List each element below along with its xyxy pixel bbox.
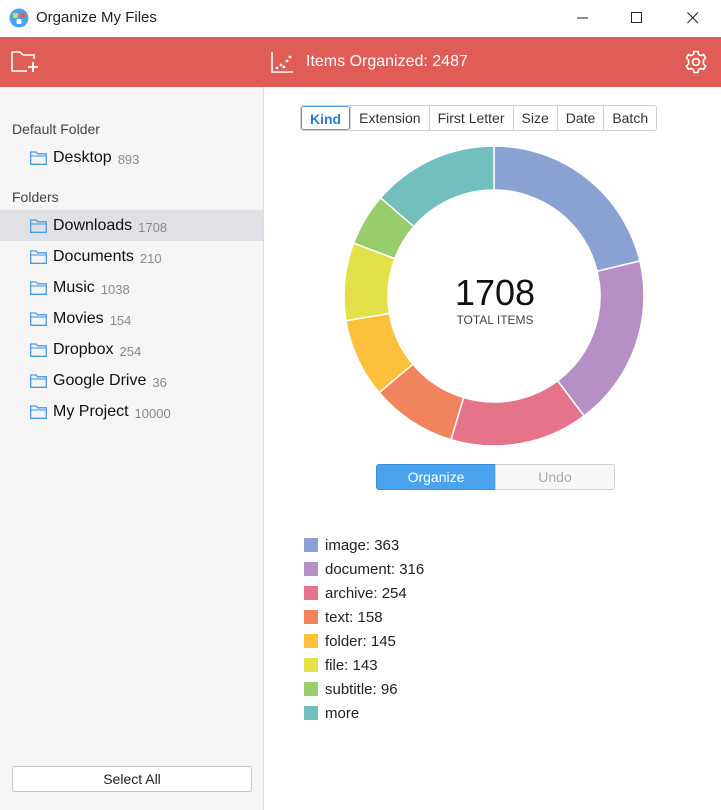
legend-item: document: 316: [304, 557, 424, 581]
folder-name: Documents: [53, 247, 134, 265]
folder-count: 36: [152, 374, 167, 390]
folder-count: 893: [117, 151, 140, 167]
folder-icon: [30, 404, 47, 419]
folder-icon: [30, 249, 47, 264]
items-organized-display: Items Organized: 2487: [270, 49, 468, 75]
tab-first-letter[interactable]: First Letter: [428, 106, 513, 130]
sidebar-item-movies[interactable]: Movies 154: [0, 303, 263, 334]
folder-icon: [30, 150, 47, 165]
undo-button[interactable]: Undo: [495, 464, 615, 490]
legend-item: folder: 145: [304, 629, 424, 653]
select-all-button[interactable]: Select All: [12, 766, 252, 792]
donut-slice-image[interactable]: [493, 145, 641, 273]
close-button[interactable]: [670, 0, 716, 36]
folder-count: 254: [119, 343, 142, 359]
sidebar-item-music[interactable]: Music 1038: [0, 272, 263, 303]
legend-swatch: [304, 538, 318, 552]
folder-icon: [30, 373, 47, 388]
folder-name: Movies: [53, 309, 104, 327]
folder-count: 1038: [100, 281, 130, 297]
legend-label: more: [325, 704, 360, 722]
tab-batch[interactable]: Batch: [603, 106, 657, 130]
legend-swatch: [304, 586, 318, 600]
settings-gear-icon[interactable]: [683, 49, 709, 75]
folder-icon: [30, 342, 47, 357]
sidebar-item-google-drive[interactable]: Google Drive 36: [0, 365, 263, 396]
maximize-button[interactable]: [614, 0, 660, 36]
sort-kind-tabs: Kind Extension First Letter Size Date Ba…: [300, 105, 658, 131]
folder-count: 10000: [134, 405, 171, 421]
window-title: Organize My Files: [36, 9, 157, 26]
add-folder-icon[interactable]: [10, 47, 40, 75]
chart-legend: image: 363 document: 316 archive: 254 text:…: [304, 533, 424, 725]
legend-item: text: 158: [304, 605, 424, 629]
toolbar: Items Organized: 2487: [0, 37, 721, 87]
folder-count: 154: [109, 312, 132, 328]
folder-name: Downloads: [53, 216, 133, 234]
minimize-icon: [577, 17, 588, 19]
legend-item: more: [304, 701, 424, 725]
folder-count: 210: [139, 250, 162, 266]
items-organized-text: Items Organized: 2487: [306, 53, 468, 70]
sidebar-item-documents[interactable]: Documents 210: [0, 241, 263, 272]
legend-label: image: 363: [325, 536, 400, 554]
tab-kind[interactable]: Kind: [301, 106, 351, 130]
stats-chart-icon: [271, 52, 293, 73]
sidebar-item-dropbox[interactable]: Dropbox 254: [0, 334, 263, 365]
folders-heading: Folders: [12, 189, 59, 205]
app-logo-icon: [9, 8, 29, 28]
legend-label: folder: 145: [325, 632, 396, 650]
maximize-icon: [631, 12, 642, 23]
folder-count: 1708: [138, 219, 168, 235]
folder-icon: [30, 280, 47, 295]
legend-item: subtitle: 96: [304, 677, 424, 701]
donut-slice-archive[interactable]: [450, 379, 586, 447]
total-items-label: TOTAL ITEMS: [456, 313, 534, 327]
tab-date[interactable]: Date: [556, 106, 604, 130]
legend-label: file: 143: [325, 656, 378, 674]
folder-name: My Project: [53, 402, 129, 420]
folder-icon: [30, 218, 47, 233]
default-folder-heading: Default Folder: [12, 121, 100, 137]
sidebar: Default Folder Desktop 893 Folders Downl…: [0, 87, 264, 810]
legend-label: document: 316: [325, 560, 425, 578]
organize-button[interactable]: Organize: [376, 464, 496, 490]
legend-item: archive: 254: [304, 581, 424, 605]
sidebar-item-desktop[interactable]: Desktop 893: [0, 142, 263, 173]
legend-swatch: [304, 706, 318, 720]
legend-swatch: [304, 562, 318, 576]
title-bar: Organize My Files: [0, 0, 721, 37]
legend-swatch: [304, 634, 318, 648]
legend-item: image: 363: [304, 533, 424, 557]
legend-label: archive: 254: [325, 584, 407, 602]
legend-item: file: 143: [304, 653, 424, 677]
folder-name: Music: [53, 278, 95, 296]
legend-swatch: [304, 658, 318, 672]
legend-label: subtitle: 96: [325, 680, 398, 698]
minimize-button[interactable]: [560, 0, 606, 36]
tab-extension[interactable]: Extension: [350, 106, 429, 130]
legend-swatch: [304, 610, 318, 624]
legend-label: text: 158: [325, 608, 383, 626]
folder-name: Dropbox: [53, 340, 114, 358]
folder-name: Desktop: [53, 148, 112, 166]
total-items-count: 1708: [454, 272, 536, 313]
folder-icon: [30, 311, 47, 326]
sidebar-item-downloads[interactable]: Downloads 1708: [0, 210, 263, 241]
close-icon: [687, 12, 699, 24]
sidebar-item-my-project[interactable]: My Project 10000: [0, 396, 263, 427]
tab-size[interactable]: Size: [512, 106, 557, 130]
legend-swatch: [304, 682, 318, 696]
folder-name: Google Drive: [53, 371, 147, 389]
